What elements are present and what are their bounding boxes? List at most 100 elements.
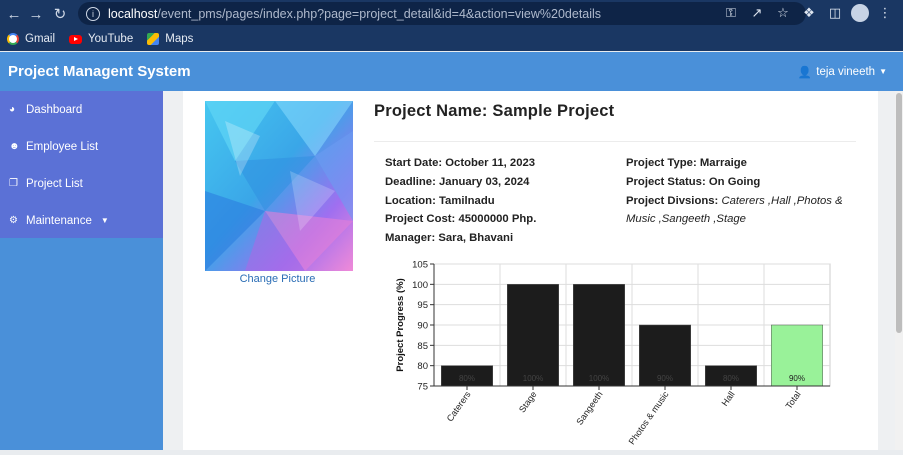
sidebar-item-dashboard[interactable]: ◕ Dashboard — [0, 91, 163, 128]
x-tick-label: Sangeeth — [574, 389, 604, 426]
users-icon: ☻ — [9, 141, 20, 152]
youtube-icon — [69, 34, 83, 44]
title-divider — [374, 141, 856, 142]
sidebar-menu: ◕ Dashboard ☻ Employee List ❐ Project Li… — [0, 91, 163, 238]
url-path: /event_pms/pages/index.php?page=project_… — [157, 6, 602, 21]
x-tick-label: Hall — [720, 389, 737, 407]
user-menu[interactable]: 👤 teja vineeth ▼ — [798, 65, 887, 79]
bar-value-label: 80% — [459, 374, 475, 383]
maps-icon — [147, 33, 160, 45]
caret-down-icon: ▼ — [879, 67, 887, 76]
status-value: On Going — [708, 175, 761, 188]
bookmark-label: YouTube — [88, 33, 134, 45]
y-tick-label: 75 — [417, 382, 428, 393]
sidebar-item-employee-list[interactable]: ☻ Employee List — [0, 128, 163, 165]
y-tick-label: 85 — [417, 341, 428, 352]
bar-value-label: 90% — [789, 374, 805, 383]
menu-icon[interactable]: ⋮ — [875, 3, 895, 23]
browser-toolbar: ← → ↻ i localhost/event_pms/pages/index.… — [0, 0, 903, 27]
address-bar[interactable]: i localhost/event_pms/pages/index.php?pa… — [78, 2, 806, 25]
x-tick-label: Stage — [517, 389, 539, 414]
progress-chart-svg: 75 80 85 90 95 100 105 80% 100% 100% 90% 80% 90% Cate… — [395, 260, 831, 446]
bookmark-youtube[interactable]: YouTube — [69, 33, 133, 45]
copy-icon: ❐ — [9, 178, 18, 189]
cost-label: Project Cost: — [385, 213, 456, 226]
divisions-label: Project Divsions: — [626, 194, 719, 207]
bookmark-maps[interactable]: Maps — [147, 33, 193, 45]
deadline-label: Deadline: — [385, 175, 436, 188]
deadline-row: Deadline: January 03, 2024 — [385, 173, 615, 192]
bar-value-label: 90% — [657, 374, 673, 383]
star-icon[interactable]: ☆ — [773, 3, 793, 23]
key-icon[interactable]: ⚿ — [721, 3, 741, 23]
caret-down-icon: ▼ — [100, 216, 109, 225]
type-row: Project Type: Marraige — [626, 154, 851, 173]
project-details-right: Project Type: Marraige Project Status: O… — [626, 154, 851, 229]
location-row: Location: Tamilnadu — [385, 192, 615, 211]
x-tick-label: Total — [784, 389, 803, 410]
y-tick-label: 100 — [412, 280, 428, 291]
x-tick-label: Photos & music — [627, 389, 671, 446]
bar-value-label: 100% — [523, 374, 543, 383]
share-icon[interactable]: ↗ — [747, 3, 767, 23]
back-icon[interactable]: ← — [2, 2, 26, 26]
bar — [507, 284, 559, 387]
change-picture-link[interactable]: Change Picture — [205, 273, 350, 285]
start-date-value: October 11, 2023 — [445, 157, 536, 169]
app-brand[interactable]: Project Managent System — [8, 63, 191, 80]
cost-value: 45000000 Php. — [458, 213, 537, 226]
scrollbar-thumb[interactable] — [896, 93, 902, 333]
project-picture — [205, 101, 353, 271]
sidebar-item-project-list[interactable]: ❐ Project List — [0, 165, 163, 202]
y-tick-label: 80 — [417, 361, 428, 372]
forward-icon[interactable]: → — [24, 2, 48, 26]
browser-actions: ⚿ ↗ ☆ ❖ ◫ ⋮ — [721, 3, 895, 23]
tachometer-icon: ◕ — [9, 104, 16, 115]
manager-value: Sara, Bhavani — [438, 232, 514, 245]
bookmarks-bar: Gmail YouTube Maps — [0, 27, 903, 51]
y-tick-label: 105 — [412, 260, 428, 271]
bookmark-gmail[interactable]: Gmail — [7, 33, 55, 45]
manager-row: Manager: Sara, Bhavani — [385, 229, 615, 248]
bookmark-label: Maps — [165, 33, 194, 45]
cost-row: Project Cost: 45000000 Php. — [385, 210, 615, 229]
project-title: Project Name: Sample Project — [374, 102, 614, 121]
sidebar-item-label: Dashboard — [26, 103, 83, 116]
extensions-icon[interactable]: ❖ — [799, 3, 819, 23]
sidebar-toggle-icon[interactable]: ◫ — [825, 3, 845, 23]
user-icon: 👤 — [797, 66, 813, 79]
y-tick-label: 95 — [417, 300, 428, 311]
progress-chart: 75 80 85 90 95 100 105 80% 100% 100% 90% 80% 90% Cate… — [390, 258, 840, 450]
sidebar-item-label: Maintenance — [26, 214, 92, 227]
sidebar-item-label: Employee List — [26, 140, 99, 153]
user-name: teja vineeth — [816, 65, 876, 78]
manager-label: Manager: — [385, 232, 436, 245]
start-date-row: Start Date: October 11, 2023 — [385, 154, 615, 173]
bookmark-label: Gmail — [25, 33, 56, 45]
site-info-icon[interactable]: i — [86, 6, 100, 21]
sidebar-item-maintenance[interactable]: ⚙ Maintenance ▼ — [0, 202, 163, 239]
bar — [573, 284, 625, 387]
bar-value-label: 80% — [723, 374, 739, 383]
location-label: Location: — [385, 194, 436, 207]
reload-icon[interactable]: ↻ — [48, 2, 72, 26]
app-navbar: Project Managent System 👤 teja vineeth ▼ — [0, 52, 903, 91]
type-value: Marraige — [699, 157, 747, 169]
cogs-icon: ⚙ — [9, 215, 18, 226]
project-title-label: Project Name: — [374, 102, 488, 120]
sidebar-item-label: Project List — [26, 177, 83, 190]
profile-avatar[interactable] — [851, 4, 869, 22]
sidebar: ◕ Dashboard ☻ Employee List ❐ Project Li… — [0, 91, 163, 450]
type-label: Project Type: — [626, 157, 697, 169]
bar-value-label: 100% — [589, 374, 609, 383]
project-title-value: Sample Project — [492, 102, 615, 120]
url-host: localhost — [108, 6, 158, 21]
google-icon — [7, 33, 19, 45]
start-date-label: Start Date: — [385, 157, 443, 169]
divisions-row: Project Divsions: Caterers ,Hall ,Photos… — [626, 192, 851, 230]
x-tick-label: Caterers — [445, 389, 473, 423]
status-row: Project Status: On Going — [626, 173, 851, 192]
y-axis-label: Project Progress (%) — [395, 278, 406, 371]
project-details-left: Start Date: October 11, 2023 Deadline: J… — [385, 154, 615, 248]
location-value: Tamilnadu — [438, 194, 495, 207]
